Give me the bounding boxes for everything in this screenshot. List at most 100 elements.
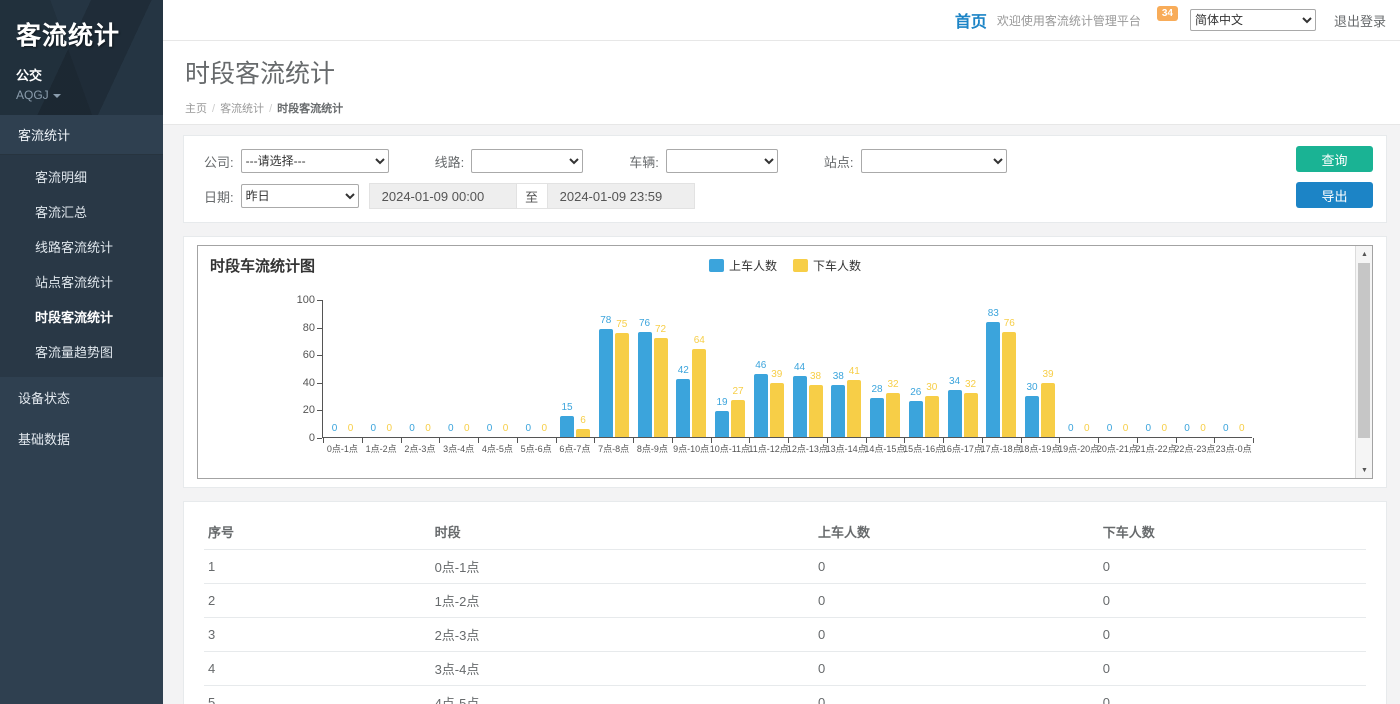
chart-legend: 上车人数 下车人数	[709, 257, 861, 274]
bar-value-label: 0	[529, 423, 559, 434]
scrollbar-thumb[interactable]	[1358, 263, 1370, 438]
date-preset-select[interactable]: 昨日	[241, 184, 359, 208]
table-cell: 5	[204, 686, 431, 704]
sidebar-item-device-status[interactable]: 设备状态	[0, 377, 163, 418]
column-header-period: 时段	[431, 514, 814, 550]
y-axis-tick-label: 20	[283, 404, 315, 416]
date-label: 日期:	[204, 187, 234, 206]
y-axis-tick-label: 40	[283, 377, 315, 389]
vehicle-select[interactable]	[666, 149, 778, 173]
sidebar-section-passenger-stats[interactable]: 客流统计	[0, 115, 163, 155]
legend-item-boarding[interactable]: 上车人数	[709, 257, 777, 274]
topbar: 首页 欢迎使用客流统计管理平台 34 简体中文 退出登录	[163, 0, 1400, 41]
table-cell: 4点-5点	[431, 686, 814, 704]
logout-link[interactable]: 退出登录	[1334, 11, 1386, 30]
sidebar-subitem[interactable]: 客流明细	[0, 159, 163, 194]
app-brand: 客流统计	[16, 16, 147, 52]
legend-label-boarding: 上车人数	[729, 257, 777, 274]
filter-row-1: 公司: ---请选择--- 线路: 车辆: 站点:	[204, 149, 1366, 173]
y-axis-tick-label: 60	[283, 349, 315, 361]
sidebar-subitem[interactable]: 站点客流统计	[0, 264, 163, 299]
bar-alighting	[615, 333, 629, 437]
table-cell: 0	[814, 584, 1099, 618]
legend-label-alighting: 下车人数	[813, 257, 861, 274]
bar-alighting	[731, 400, 745, 437]
legend-swatch-alighting	[793, 259, 808, 272]
column-header-boarding: 上车人数	[814, 514, 1099, 550]
table-cell: 2	[204, 584, 431, 618]
bar-boarding	[599, 329, 613, 437]
breadcrumb: 主页/客流统计/时段客流统计	[185, 100, 1378, 116]
table-panel: 序号 时段 上车人数 下车人数 10点-1点0021点-2点0032点-3点00…	[183, 501, 1387, 704]
filter-actions: 查询 导出	[1296, 146, 1373, 208]
export-button[interactable]: 导出	[1296, 182, 1373, 208]
date-end-input[interactable]	[547, 183, 695, 209]
table-cell: 0	[1099, 652, 1366, 686]
bar-boarding	[754, 374, 768, 437]
chart-vertical-scrollbar[interactable]: ▲ ▼	[1355, 246, 1372, 478]
sidebar-subitem[interactable]: 客流汇总	[0, 194, 163, 229]
home-link[interactable]: 首页	[955, 8, 987, 32]
date-range-to-label: 至	[517, 183, 547, 209]
bar-boarding	[831, 385, 845, 437]
welcome-text: 欢迎使用客流统计管理平台	[997, 12, 1141, 29]
scroll-up-icon[interactable]: ▲	[1356, 246, 1373, 262]
language-select[interactable]: 简体中文	[1190, 9, 1316, 31]
y-axis-tick-mark	[317, 438, 322, 439]
station-label: 站点:	[824, 152, 854, 171]
table-cell: 0	[1099, 584, 1366, 618]
sidebar: 客流统计 公交 AQGJ 客流统计 客流明细客流汇总线路客流统计站点客流统计时段…	[0, 0, 163, 704]
period-stats-table: 序号 时段 上车人数 下车人数 10点-1点0021点-2点0032点-3点00…	[204, 514, 1366, 704]
user-menu[interactable]: AQGJ	[16, 88, 147, 102]
table-cell: 2点-3点	[431, 618, 814, 652]
chart-panel: 时段车流统计图 上车人数 下车人数 020406080100000点-1点001…	[183, 236, 1387, 488]
bar-alighting	[964, 393, 978, 437]
bar-boarding	[715, 411, 729, 437]
bar-value-label: 27	[723, 386, 753, 397]
bar-boarding	[676, 379, 690, 437]
scroll-down-icon[interactable]: ▼	[1356, 462, 1373, 478]
breadcrumb-passenger-stats[interactable]: 客流统计	[220, 103, 264, 115]
table-cell: 0	[814, 618, 1099, 652]
bar-chart-plot: 020406080100000点-1点001点-2点002点-3点003点-4点…	[322, 300, 1252, 438]
table-cell: 1	[204, 550, 431, 584]
bar-boarding	[948, 390, 962, 437]
query-button[interactable]: 查询	[1296, 146, 1373, 172]
table-row: 32点-3点00	[204, 618, 1366, 652]
filter-panel: 公司: ---请选择--- 线路: 车辆: 站点: 日期:	[183, 135, 1387, 223]
bar-value-label: 15	[552, 402, 582, 413]
sidebar-submenu: 客流明细客流汇总线路客流统计站点客流统计时段客流统计客流量趋势图	[0, 155, 163, 377]
y-axis-tick-mark	[317, 355, 322, 356]
bar-boarding	[1025, 396, 1039, 437]
y-axis-tick-label: 80	[283, 322, 315, 334]
bar-alighting	[1002, 332, 1016, 437]
sidebar-subitem[interactable]: 线路客流统计	[0, 229, 163, 264]
bar-value-label: 0	[1227, 423, 1257, 434]
table-row: 43点-4点00	[204, 652, 1366, 686]
legend-item-alighting[interactable]: 下车人数	[793, 257, 861, 274]
company-select[interactable]: ---请选择---	[241, 149, 389, 173]
line-select[interactable]	[471, 149, 583, 173]
sidebar-item-base-data[interactable]: 基础数据	[0, 418, 163, 459]
bar-value-label: 41	[839, 366, 869, 377]
y-axis-tick-mark	[317, 328, 322, 329]
bar-boarding	[793, 376, 807, 437]
table-cell: 1点-2点	[431, 584, 814, 618]
bar-value-label: 72	[646, 324, 676, 335]
bar-alighting	[692, 349, 706, 437]
sidebar-subitem[interactable]: 时段客流统计	[0, 299, 163, 334]
breadcrumb-current: 时段客流统计	[277, 103, 343, 115]
bar-value-label: 32	[956, 379, 986, 390]
breadcrumb-home[interactable]: 主页	[185, 103, 207, 115]
table-cell: 0	[814, 686, 1099, 704]
station-select[interactable]	[861, 149, 1007, 173]
y-axis-tick-label: 0	[283, 432, 315, 444]
bar-value-label: 76	[994, 318, 1024, 329]
chevron-down-icon	[53, 94, 61, 98]
sidebar-subitem[interactable]: 客流量趋势图	[0, 334, 163, 369]
date-start-input[interactable]	[369, 183, 517, 209]
bar-boarding	[909, 401, 923, 437]
y-axis-tick-mark	[317, 410, 322, 411]
table-row: 21点-2点00	[204, 584, 1366, 618]
y-axis-tick-mark	[317, 383, 322, 384]
